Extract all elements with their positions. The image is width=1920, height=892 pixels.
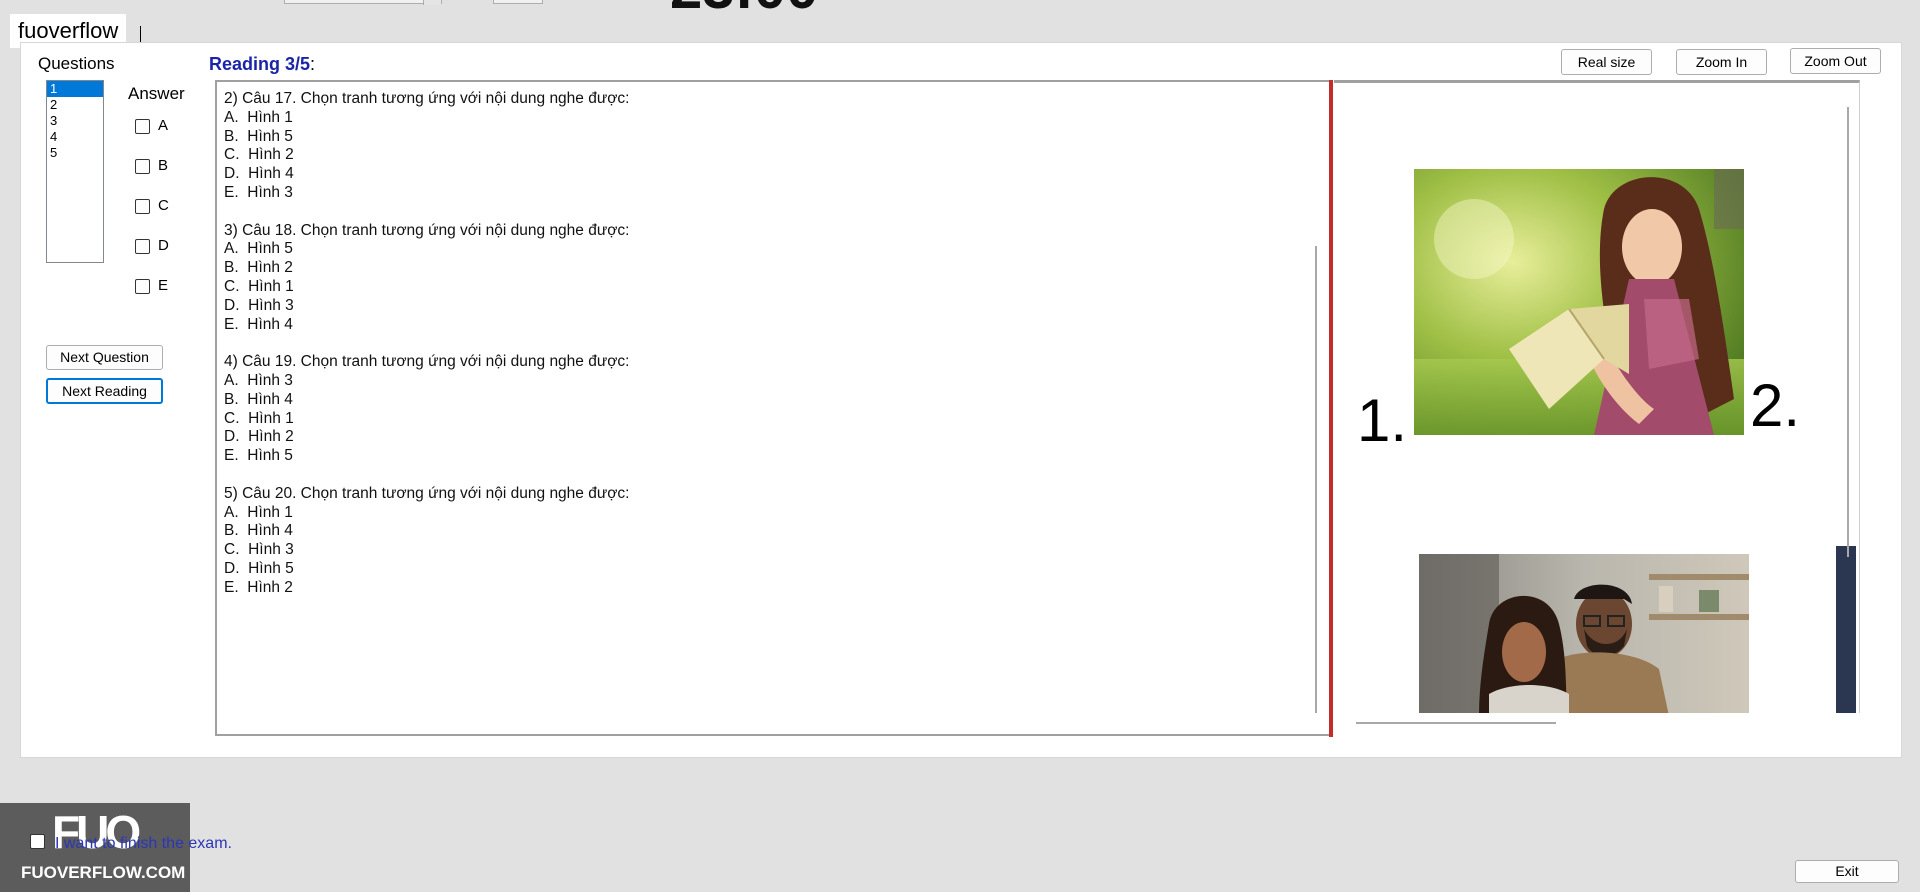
question-item[interactable]: 3 xyxy=(47,113,103,129)
option-text: D. Hình 3 xyxy=(224,296,294,314)
option-text: B. Hình 2 xyxy=(224,259,293,277)
option-text: E. Hình 5 xyxy=(224,447,293,465)
option-text: C. Hình 1 xyxy=(224,409,294,427)
panel-splitter[interactable] xyxy=(1329,80,1333,737)
option-text: E. Hình 2 xyxy=(224,578,293,596)
image-panel[interactable]: 1. 2. xyxy=(1334,80,1860,713)
real-size-button[interactable]: Real size xyxy=(1561,49,1652,75)
image-hscrollbar[interactable] xyxy=(1356,722,1556,724)
answer-checkbox-e[interactable] xyxy=(135,279,150,294)
option-text: A. Hình 1 xyxy=(224,503,293,521)
reading-title: Reading 3/5: xyxy=(209,54,315,75)
option-text: A. Hình 3 xyxy=(224,371,293,389)
option-text: D. Hình 4 xyxy=(224,165,294,183)
answer-label-e: E xyxy=(158,277,169,294)
option-text: A. Hình 5 xyxy=(224,240,293,258)
answer-checkbox-a[interactable] xyxy=(135,119,150,134)
image-vscrollbar[interactable] xyxy=(1847,107,1849,557)
question-block: 3) Câu 18. Chọn tranh tương ứng với nội … xyxy=(224,222,1329,335)
option-text: B. Hình 4 xyxy=(224,522,293,540)
answer-label-c: C xyxy=(158,197,169,214)
next-question-button[interactable]: Next Question xyxy=(46,345,163,370)
question-text: 2) Câu 17. Chọn tranh tương ứng với nội … xyxy=(224,90,630,107)
option-text: D. Hình 2 xyxy=(224,428,294,446)
reading-title-colon: : xyxy=(310,54,316,74)
combobox-arrow[interactable] xyxy=(423,0,441,5)
option-text: C. Hình 3 xyxy=(224,541,294,559)
question-block: 2) Câu 17. Chọn tranh tương ứng với nội … xyxy=(224,90,1329,203)
text-scrollbar[interactable] xyxy=(1315,246,1317,713)
next-reading-button[interactable]: Next Reading xyxy=(46,378,163,404)
image-label-2: 2. xyxy=(1750,372,1801,439)
option-text: B. Hình 4 xyxy=(224,390,293,408)
zoom-out-button[interactable]: Zoom Out xyxy=(1790,48,1881,74)
question-text: 5) Câu 20. Chọn tranh tương ứng với nội … xyxy=(224,484,630,502)
answer-label: Answer xyxy=(128,84,185,103)
question-item[interactable]: 4 xyxy=(47,129,103,145)
question-block: 4) Câu 19. Chọn tranh tương ứng với nội … xyxy=(224,353,1329,466)
logo-wordmark: FUOVERFLOW.COM xyxy=(21,863,186,882)
option-text: E. Hình 3 xyxy=(224,183,293,201)
image-label-1: 1. xyxy=(1357,387,1408,454)
option-text: C. Hình 1 xyxy=(224,277,294,295)
option-text: C. Hình 2 xyxy=(224,146,294,164)
option-text: E. Hình 4 xyxy=(224,315,293,333)
answer-checkbox-d[interactable] xyxy=(135,239,150,254)
option-text: A. Hình 1 xyxy=(224,108,293,126)
answer-label-a: A xyxy=(158,117,169,134)
questions-list[interactable]: 1 2 3 4 5 xyxy=(46,80,104,263)
zoom-in-button[interactable]: Zoom In xyxy=(1676,49,1767,75)
answer-checkbox-b[interactable] xyxy=(135,159,150,174)
photo-woman-reading xyxy=(1414,169,1744,435)
finish-exam-checkbox[interactable] xyxy=(30,834,45,849)
option-text: D. Hình 5 xyxy=(224,559,294,577)
question-item[interactable]: 1 xyxy=(47,81,103,97)
timer: 23:00 xyxy=(670,0,818,18)
reading-text-box[interactable]: 2) Câu 17. Chọn tranh tương ứng với nội … xyxy=(215,80,1329,736)
answer-label-d: D xyxy=(158,237,169,254)
answer-checkbox-c[interactable] xyxy=(135,199,150,214)
top-combobox[interactable] xyxy=(284,0,442,5)
top-spinner[interactable] xyxy=(493,0,543,4)
question-block: 5) Câu 20. Chọn tranh tương ứng với nội … xyxy=(224,485,1329,598)
finish-exam-label[interactable]: I want to finish the exam. xyxy=(55,835,232,853)
reading-title-text: Reading 3/5 xyxy=(209,54,311,74)
photo-sliver xyxy=(1836,546,1856,713)
photo-couple xyxy=(1419,554,1749,713)
questions-label: Questions xyxy=(38,54,115,73)
option-text: B. Hình 5 xyxy=(224,127,293,145)
question-item[interactable]: 2 xyxy=(47,97,103,113)
question-text: 3) Câu 18. Chọn tranh tương ứng với nội … xyxy=(224,221,630,239)
exit-button[interactable]: Exit xyxy=(1795,860,1899,883)
question-text: 4) Câu 19. Chọn tranh tương ứng với nội … xyxy=(224,353,630,371)
question-item[interactable]: 5 xyxy=(47,145,103,161)
answer-label-b: B xyxy=(158,157,169,174)
